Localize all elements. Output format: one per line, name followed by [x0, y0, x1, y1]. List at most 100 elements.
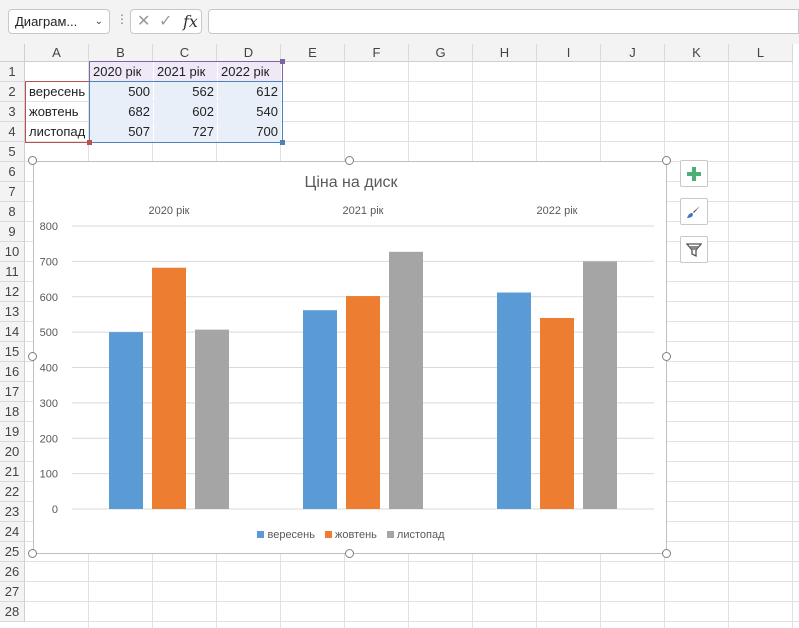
- legend-swatch: [257, 531, 265, 538]
- bar: [583, 261, 617, 509]
- row-header[interactable]: 24: [0, 522, 25, 542]
- more-options-icon[interactable]: ⋮: [116, 12, 128, 26]
- row-header[interactable]: 5: [0, 142, 25, 162]
- legend-item[interactable]: вересень: [257, 529, 315, 541]
- resize-handle-bottom[interactable]: [345, 549, 354, 558]
- column-header[interactable]: B: [89, 44, 153, 62]
- excel-window: Диаграм... ⌄ ⋮ ✕ ✓ fx ABCDEFGHIJKL 12345…: [0, 0, 799, 628]
- row-header[interactable]: 22: [0, 482, 25, 502]
- row-header[interactable]: 16: [0, 362, 25, 382]
- bar: [195, 329, 229, 509]
- legend-item[interactable]: листопад: [386, 529, 445, 541]
- category-label: 2021 рік: [343, 205, 384, 217]
- bar: [540, 317, 574, 509]
- chart-legend[interactable]: вересень жовтень листопад: [34, 529, 668, 541]
- column-header[interactable]: H: [473, 44, 537, 62]
- legend-item[interactable]: жовтень: [324, 529, 377, 541]
- resize-handle-left[interactable]: [28, 352, 37, 361]
- resize-handle-top[interactable]: [345, 156, 354, 165]
- legend-label: листопад: [396, 529, 445, 541]
- insert-function-icon[interactable]: fx: [183, 11, 198, 33]
- column-header[interactable]: K: [665, 44, 729, 62]
- series-name-range-highlight: [25, 81, 90, 143]
- bar: [346, 296, 380, 509]
- row-header[interactable]: 21: [0, 462, 25, 482]
- row-header[interactable]: 19: [0, 422, 25, 442]
- row-header[interactable]: 18: [0, 402, 25, 422]
- row-header[interactable]: 3: [0, 102, 25, 122]
- row-header[interactable]: 1: [0, 62, 25, 82]
- row-header[interactable]: 13: [0, 302, 25, 322]
- chart-styles-brush-icon: [687, 206, 700, 218]
- column-header[interactable]: G: [409, 44, 473, 62]
- column-header[interactable]: I: [537, 44, 601, 62]
- row-header[interactable]: 17: [0, 382, 25, 402]
- y-tick-label: 300: [40, 398, 58, 410]
- y-tick-label: 700: [40, 256, 58, 268]
- legend-label: жовтень: [334, 529, 377, 541]
- chart-elements-button[interactable]: [680, 160, 708, 187]
- column-header[interactable]: F: [345, 44, 409, 62]
- row-header[interactable]: 12: [0, 282, 25, 302]
- chart[interactable]: Ціна на диск 0 100 200 300 400 500 600 700 800 20…: [33, 161, 667, 554]
- y-tick-label: 100: [40, 469, 58, 481]
- bar: [389, 251, 423, 509]
- legend-swatch: [324, 531, 332, 538]
- resize-handle-top-left[interactable]: [28, 156, 37, 165]
- row-header[interactable]: 26: [0, 562, 25, 582]
- formula-input[interactable]: [208, 9, 799, 34]
- range-handle[interactable]: [280, 59, 285, 64]
- row-header[interactable]: 7: [0, 182, 25, 202]
- row-header[interactable]: 25: [0, 542, 25, 562]
- legend-label: вересень: [267, 529, 315, 541]
- row-header[interactable]: 6: [0, 162, 25, 182]
- column-header[interactable]: L: [729, 44, 793, 62]
- row-header[interactable]: 11: [0, 262, 25, 282]
- bar: [109, 332, 143, 509]
- column-header[interactable]: E: [281, 44, 345, 62]
- cancel-icon[interactable]: ✕: [137, 11, 150, 33]
- bar: [497, 292, 531, 509]
- row-header[interactable]: 14: [0, 322, 25, 342]
- chart-plot[interactable]: 0 100 200 300 400 500 600 700 800 2020 рік 2021 рі…: [34, 162, 668, 555]
- row-header[interactable]: 10: [0, 242, 25, 262]
- row-header[interactable]: 4: [0, 122, 25, 142]
- chevron-down-icon[interactable]: ⌄: [95, 10, 103, 33]
- column-header[interactable]: D: [217, 44, 281, 62]
- chart-elements-plus-icon: [687, 167, 701, 181]
- bar: [303, 310, 337, 509]
- legend-swatch: [386, 531, 394, 538]
- resize-handle-bottom-left[interactable]: [28, 549, 37, 558]
- column-header[interactable]: C: [153, 44, 217, 62]
- y-tick-label: 400: [40, 363, 58, 375]
- y-tick-label: 800: [40, 221, 58, 233]
- row-header[interactable]: 27: [0, 582, 25, 602]
- y-tick-label: 200: [40, 433, 58, 445]
- category-range-highlight: [89, 61, 283, 82]
- row-header[interactable]: 2: [0, 82, 25, 102]
- row-header[interactable]: 15: [0, 342, 25, 362]
- resize-handle-bottom-right[interactable]: [662, 549, 671, 558]
- category-label: 2022 рік: [537, 205, 578, 217]
- row-header[interactable]: 9: [0, 222, 25, 242]
- chart-styles-button[interactable]: [680, 198, 708, 225]
- range-handle[interactable]: [280, 140, 285, 145]
- column-header[interactable]: J: [601, 44, 665, 62]
- select-all-corner[interactable]: [0, 44, 25, 62]
- chart-filters-button[interactable]: [680, 236, 708, 263]
- enter-check-icon[interactable]: ✓: [159, 11, 172, 33]
- name-box[interactable]: Диаграм... ⌄: [8, 9, 110, 34]
- bar: [152, 267, 186, 509]
- row-header[interactable]: 23: [0, 502, 25, 522]
- row-header[interactable]: 8: [0, 202, 25, 222]
- name-box-value: Диаграм...: [15, 14, 78, 29]
- column-header[interactable]: A: [25, 44, 89, 62]
- y-tick-label: 0: [52, 504, 58, 516]
- resize-handle-top-right[interactable]: [662, 156, 671, 165]
- resize-handle-right[interactable]: [662, 352, 671, 361]
- row-header[interactable]: 20: [0, 442, 25, 462]
- chart-filters-funnel-icon: [686, 243, 702, 258]
- range-handle[interactable]: [87, 140, 92, 145]
- row-header[interactable]: 28: [0, 602, 25, 622]
- y-tick-label: 500: [40, 327, 58, 339]
